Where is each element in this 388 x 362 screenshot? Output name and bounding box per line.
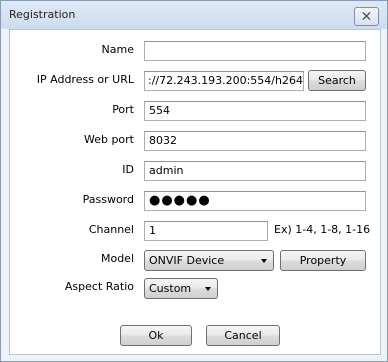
aspect-ratio-select[interactable]: Custom: [144, 278, 218, 299]
password-field[interactable]: ●●●●●: [144, 191, 366, 211]
aspect-ratio-selected-value: Custom: [149, 282, 192, 295]
form-panel: Name IP Address or URL ://72.243.193.200…: [9, 29, 381, 355]
title-bar: Registration: [1, 1, 387, 29]
chevron-down-icon: [261, 259, 267, 263]
close-icon: [362, 12, 371, 20]
port-label: Port: [112, 103, 134, 116]
id-label: ID: [122, 163, 134, 176]
cancel-button[interactable]: Cancel: [206, 325, 280, 346]
port-field[interactable]: 554: [144, 101, 366, 121]
web-port-label: Web port: [83, 133, 134, 146]
search-button[interactable]: Search: [308, 70, 366, 91]
channel-label: Channel: [88, 223, 134, 236]
window-title: Registration: [9, 8, 76, 21]
name-field[interactable]: [144, 41, 366, 61]
chevron-down-icon: [205, 287, 211, 291]
id-field[interactable]: admin: [144, 161, 366, 181]
ok-button[interactable]: Ok: [120, 325, 192, 346]
model-label: Model: [100, 252, 134, 265]
close-button[interactable]: [354, 7, 379, 26]
password-label: Password: [82, 193, 134, 206]
ip-address-label: IP Address or URL: [36, 73, 134, 86]
property-button[interactable]: Property: [280, 250, 366, 271]
model-select[interactable]: ONVIF Device: [144, 250, 274, 271]
ip-address-field[interactable]: ://72.243.193.200:554/h264: [144, 71, 304, 91]
channel-hint: Ex) 1-4, 1-8, 1-16: [274, 223, 371, 236]
channel-field[interactable]: 1: [144, 221, 268, 241]
web-port-field[interactable]: 8032: [144, 131, 366, 151]
registration-dialog: Registration Name IP Address or URL ://7…: [0, 0, 388, 362]
aspect-ratio-label: Aspect Ratio: [64, 280, 134, 293]
name-label: Name: [101, 43, 134, 56]
model-selected-value: ONVIF Device: [149, 254, 225, 267]
